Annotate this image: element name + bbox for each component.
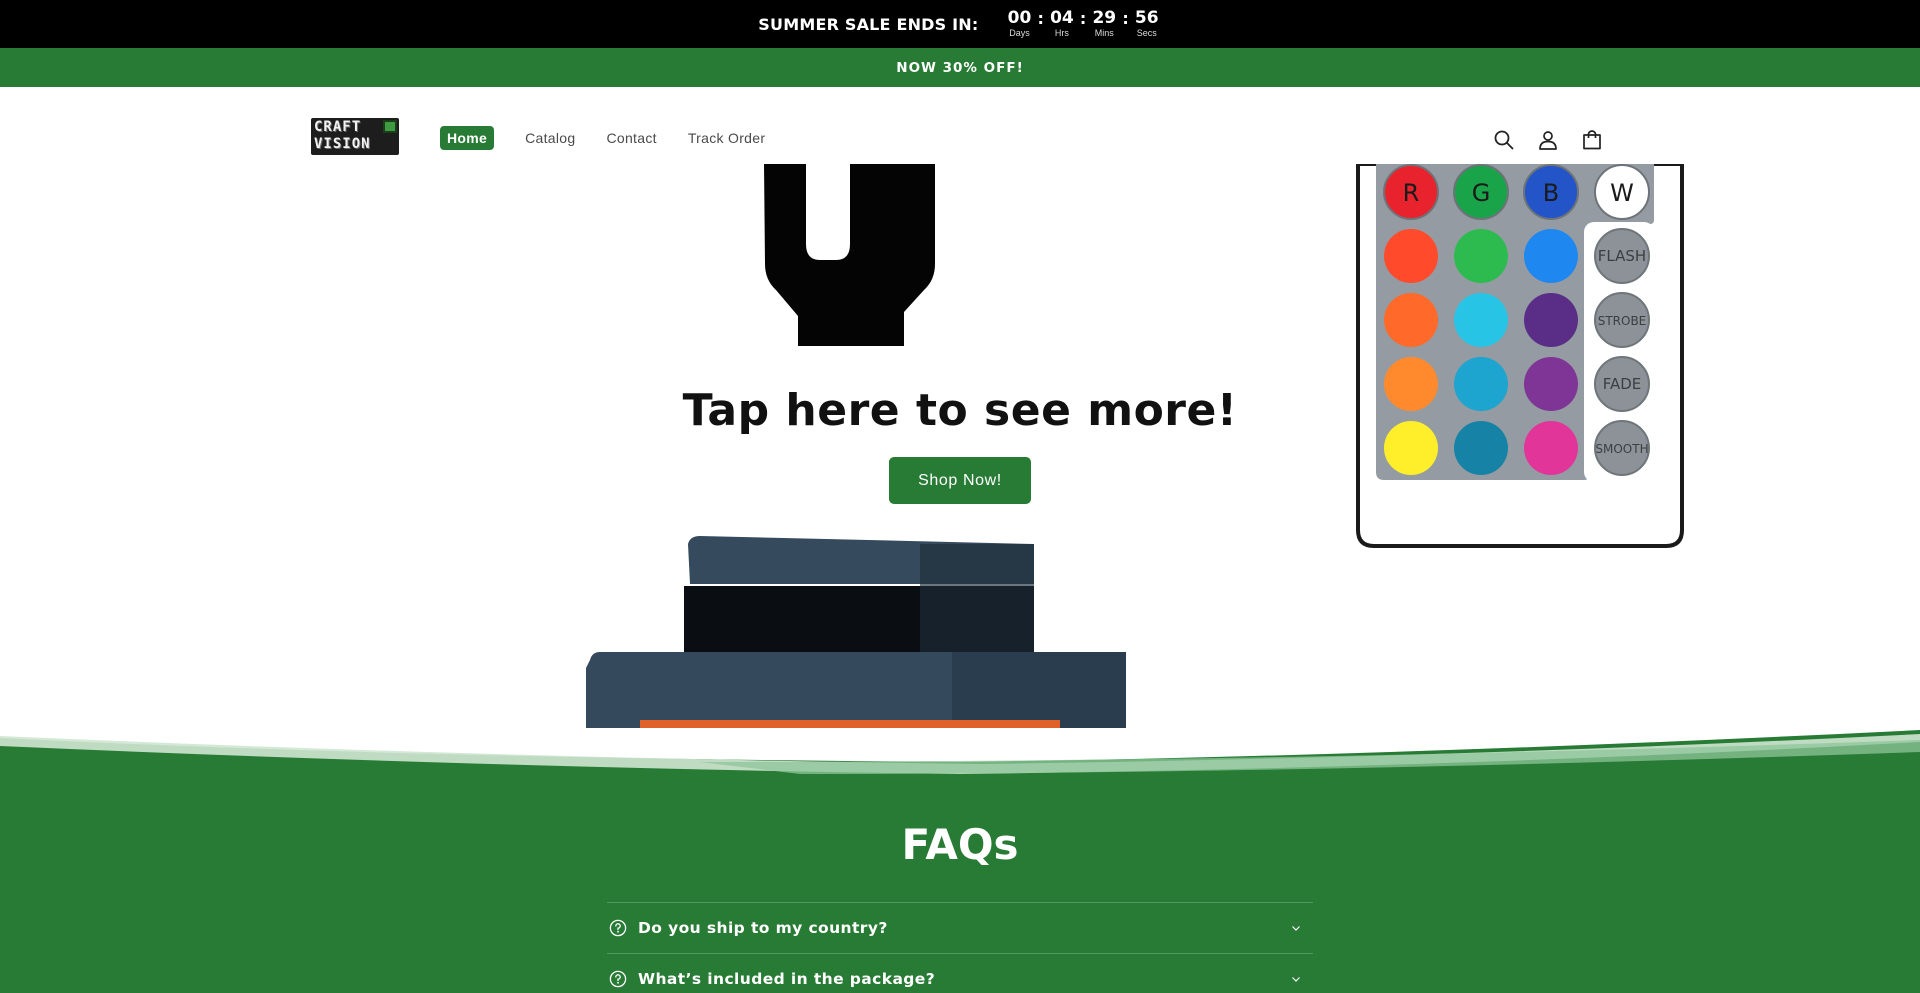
remote-color-button bbox=[1524, 229, 1578, 283]
timer-days: 00 Days bbox=[1005, 9, 1035, 39]
timer-hours: 04 Hrs bbox=[1047, 9, 1077, 39]
site-header: CRAFT VISION Home Catalog Contact Track … bbox=[0, 87, 1920, 164]
remote-button-g: G bbox=[1453, 164, 1509, 220]
announcement-bar[interactable]: NOW 30% OFF! bbox=[0, 48, 1920, 87]
svg-text:B: B bbox=[1543, 179, 1559, 207]
question-icon bbox=[609, 970, 627, 988]
shop-now-button[interactable]: Shop Now! bbox=[889, 457, 1031, 504]
announcement-text: NOW 30% OFF! bbox=[896, 59, 1024, 76]
remote-button-strobe: STROBE bbox=[1594, 292, 1650, 348]
nav-item-catalog[interactable]: Catalog bbox=[525, 130, 575, 146]
timer-minutes: 29 Mins bbox=[1089, 9, 1119, 39]
timer-days-caption: Days bbox=[1009, 28, 1030, 38]
lamp-top-shape bbox=[764, 164, 935, 346]
hero-product-image: RGBW FLASHSTROBEFADESMOOTH bbox=[586, 164, 1684, 734]
search-icon[interactable] bbox=[1490, 126, 1518, 154]
svg-text:SMOOTH: SMOOTH bbox=[1595, 442, 1648, 456]
remote-button-b: B bbox=[1523, 164, 1579, 220]
hero-banner[interactable]: RGBW FLASH STROBE FADE SMOOTH Tap here to s… bbox=[0, 164, 1920, 734]
logo[interactable]: CRAFT VISION bbox=[311, 118, 399, 155]
faq-item[interactable]: What’s included in the package? bbox=[607, 953, 1313, 993]
remote-button-w: W bbox=[1594, 164, 1650, 220]
faq-title: FAQs bbox=[901, 820, 1019, 869]
remote-button-r: R bbox=[1383, 164, 1439, 220]
timer-hours-value: 04 bbox=[1050, 8, 1074, 28]
remote-button-flash: FLASH bbox=[1594, 228, 1650, 284]
faq-question: What’s included in the package? bbox=[638, 970, 936, 988]
countdown-bar: SUMMER SALE ENDS IN: 00 Days : 04 Hrs : … bbox=[0, 0, 1920, 48]
remote-control: RGBW FLASHSTROBEFADESMOOTH bbox=[1356, 164, 1684, 548]
lamp-base-side bbox=[920, 544, 1034, 656]
timer-seconds: 56 Secs bbox=[1132, 9, 1162, 39]
remote-color-button bbox=[1384, 229, 1438, 283]
header-icons bbox=[1490, 126, 1622, 154]
timer-seconds-caption: Secs bbox=[1136, 28, 1157, 38]
chevron-down-icon bbox=[1292, 977, 1300, 982]
timer-separator: : bbox=[1079, 9, 1087, 28]
countdown-label: SUMMER SALE ENDS IN: bbox=[758, 14, 979, 34]
remote-color-button bbox=[1524, 293, 1578, 347]
svg-text:FLASH: FLASH bbox=[1598, 247, 1646, 265]
countdown-timer: 00 Days : 04 Hrs : 29 Mins : 56 Secs bbox=[1005, 9, 1162, 39]
timer-hours-caption: Hrs bbox=[1054, 28, 1069, 38]
remote-color-button bbox=[1454, 229, 1508, 283]
main-nav: Home Catalog Contact Track Order bbox=[440, 126, 796, 150]
faq-item[interactable]: Do you ship to my country? bbox=[607, 902, 1313, 953]
timer-minutes-value: 29 bbox=[1092, 8, 1117, 28]
faq-question: Do you ship to my country? bbox=[638, 919, 888, 937]
timer-seconds-value: 56 bbox=[1134, 8, 1159, 28]
question-icon bbox=[609, 919, 627, 937]
chevron-down-icon bbox=[1292, 926, 1300, 931]
remote-color-button bbox=[1454, 293, 1508, 347]
faq-list: Do you ship to my country? What’s includ… bbox=[607, 902, 1313, 993]
logo-gem-icon bbox=[383, 120, 397, 133]
svg-text:G: G bbox=[1472, 179, 1491, 207]
hero-title[interactable]: Tap here to see more! bbox=[0, 385, 1920, 436]
nav-item-contact[interactable]: Contact bbox=[606, 130, 656, 146]
remote-color-button bbox=[1384, 293, 1438, 347]
cart-icon[interactable] bbox=[1578, 126, 1606, 154]
svg-text:W: W bbox=[1610, 179, 1634, 207]
svg-text:STROBE: STROBE bbox=[1598, 314, 1647, 328]
logo-text-line2: VISION bbox=[314, 136, 371, 152]
svg-text:R: R bbox=[1403, 179, 1420, 207]
logo-text-line1: CRAFT bbox=[314, 119, 362, 135]
nav-item-home[interactable]: Home bbox=[440, 126, 495, 150]
account-icon[interactable] bbox=[1534, 126, 1562, 154]
timer-separator: : bbox=[1037, 9, 1044, 28]
wave-divider bbox=[0, 728, 1920, 774]
timer-days-value: 00 bbox=[1007, 8, 1032, 28]
timer-separator: : bbox=[1122, 9, 1129, 28]
timer-minutes-caption: Mins bbox=[1094, 28, 1114, 38]
nav-item-track-order[interactable]: Track Order bbox=[688, 130, 765, 146]
